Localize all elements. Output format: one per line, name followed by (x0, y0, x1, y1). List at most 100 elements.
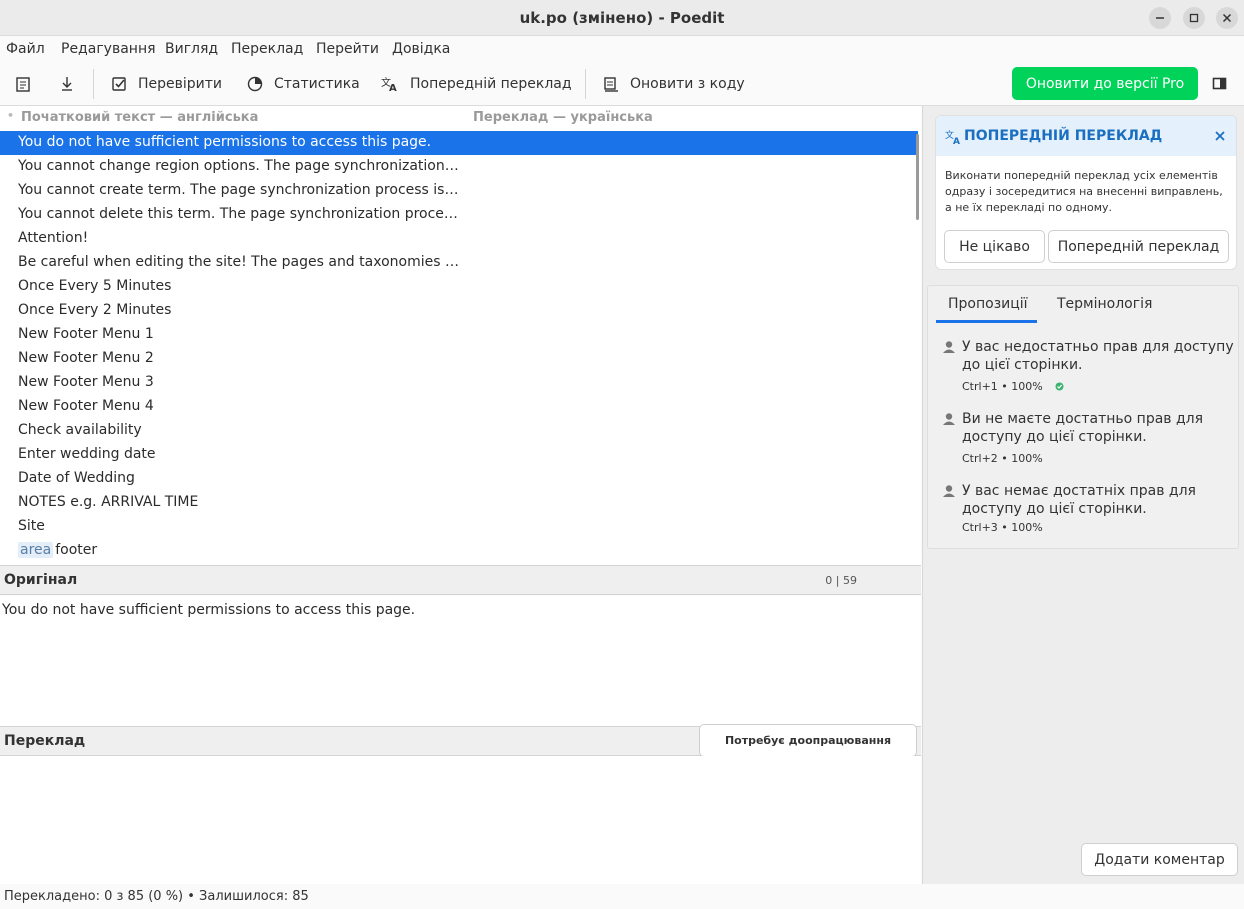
row-source-text: New Footer Menu 1 (18, 326, 460, 342)
save-button[interactable] (58, 69, 86, 99)
close-icon[interactable] (1214, 130, 1226, 142)
row-source-string: New Footer Menu 2 (18, 350, 154, 366)
translation-label: Переклад (4, 733, 86, 749)
row-source-text: New Footer Menu 4 (18, 398, 460, 414)
close-button[interactable] (1216, 7, 1238, 29)
table-row[interactable]: You cannot create term. The page synchro… (0, 179, 918, 203)
add-comment-button[interactable]: Додати коментар (1081, 843, 1238, 876)
tab-suggestions[interactable]: Пропозиції (948, 296, 1028, 312)
menu-help[interactable]: Довідка (392, 41, 450, 57)
svg-text:A: A (953, 137, 960, 145)
suggestion-meta: Ctrl+2 • 100% (962, 452, 1043, 465)
row-source-string: Be careful when editing the site! The pa… (18, 254, 460, 270)
context-badge: area (18, 542, 54, 558)
row-source-string: Site (18, 518, 45, 534)
statistics-label: Статистика (274, 76, 360, 92)
row-source-string: Check availability (18, 422, 142, 438)
table-row[interactable]: Once Every 2 Minutes (0, 299, 918, 323)
row-source-string: Once Every 5 Minutes (18, 278, 172, 294)
status-bar: Перекладено: 0 з 85 (0 %) • Залишилося: … (0, 884, 1244, 909)
table-row[interactable]: New Footer Menu 4 (0, 395, 918, 419)
menu-translation[interactable]: Переклад (231, 41, 303, 57)
row-source-string: NOTES e.g. ARRIVAL TIME (18, 494, 199, 510)
list-header: • Початковий текст — англійська Переклад… (0, 106, 921, 130)
menu-file[interactable]: Файл (6, 41, 45, 57)
statistics-button[interactable]: Статистика (246, 69, 360, 99)
row-source-text: Site (18, 518, 460, 534)
needs-work-toggle[interactable]: Потребує доопрацювання (699, 724, 917, 757)
table-row[interactable]: New Footer Menu 1 (0, 323, 918, 347)
table-row[interactable]: You do not have sufficient permissions t… (0, 131, 918, 155)
row-source-string: You do not have sufficient permissions t… (18, 134, 432, 150)
table-row[interactable]: Enter wedding date (0, 443, 918, 467)
table-row[interactable]: Be careful when editing the site! The pa… (0, 251, 918, 275)
row-source-string: Enter wedding date (18, 446, 156, 462)
pretranslate-label: Попередній переклад (410, 76, 572, 92)
upgrade-pro-button[interactable]: Оновити до версії Pro (1012, 67, 1198, 100)
menu-view[interactable]: Вигляд (165, 41, 218, 57)
row-source-string: New Footer Menu 3 (18, 374, 154, 390)
pretranslate-button[interactable]: 文A Попередній переклад (380, 69, 572, 99)
pretranslate-panel-title: ПОПЕРЕДНІЙ ПЕРЕКЛАД (964, 128, 1163, 144)
suggestion-meta: Ctrl+3 • 100% (962, 521, 1043, 534)
minimize-button[interactable] (1149, 7, 1171, 29)
toggle-sidebar-button[interactable] (1212, 76, 1228, 96)
table-row[interactable]: Check availability (0, 419, 918, 443)
update-from-code-button[interactable]: Оновити з коду (602, 69, 745, 99)
status-column-header: • (7, 109, 15, 122)
sidebar-icon (1212, 77, 1227, 90)
menu-edit[interactable]: Редагування (61, 41, 156, 57)
translation-column-header[interactable]: Переклад — українська (473, 110, 653, 125)
row-source-text: You do not have sufficient permissions t… (18, 134, 460, 150)
table-row[interactable]: area footer (0, 539, 918, 563)
pretranslate-action-button[interactable]: Попередній переклад (1048, 230, 1229, 263)
download-icon (62, 77, 72, 91)
translate-icon: 文A (945, 129, 960, 145)
row-source-string: You cannot delete this term. The page sy… (18, 206, 460, 222)
pretranslate-panel: 文A ПОПЕРЕДНІЙ ПЕРЕКЛАД Виконати попередн… (935, 115, 1237, 270)
table-row[interactable]: New Footer Menu 3 (0, 371, 918, 395)
menu-bar: Файл Редагування Вигляд Переклад Перейти… (0, 37, 1244, 63)
row-source-text: Enter wedding date (18, 446, 460, 462)
active-tab-indicator (936, 320, 1037, 323)
pie-chart-icon (247, 76, 263, 92)
user-icon (943, 485, 955, 497)
table-row[interactable]: Site (0, 515, 918, 539)
table-row[interactable]: You cannot change region options. The pa… (0, 155, 918, 179)
table-row[interactable]: Once Every 5 Minutes (0, 275, 918, 299)
user-icon (943, 341, 955, 353)
catalog-properties-button[interactable] (14, 69, 42, 99)
toolbar-separator (585, 69, 586, 99)
validate-button[interactable]: Перевірити (110, 69, 222, 99)
row-source-string: Once Every 2 Minutes (18, 302, 172, 318)
table-row[interactable]: New Footer Menu 2 (0, 347, 918, 371)
table-row[interactable]: Attention! (0, 227, 918, 251)
row-source-string: footer (55, 542, 98, 558)
tab-terminology[interactable]: Термінологія (1057, 296, 1152, 312)
row-source-string: New Footer Menu 1 (18, 326, 154, 342)
source-column-header[interactable]: Початковий текст — англійська (21, 110, 258, 125)
translate-icon: 文A (381, 76, 397, 93)
menu-go[interactable]: Перейти (316, 41, 379, 57)
row-source-text: New Footer Menu 3 (18, 374, 460, 390)
row-source-string: Date of Wedding (18, 470, 135, 486)
translation-input[interactable] (0, 756, 921, 884)
row-source-text: You cannot delete this term. The page sy… (18, 206, 460, 222)
row-source-text: NOTES e.g. ARRIVAL TIME (18, 494, 460, 510)
suggestion-meta: Ctrl+1 • 100% (962, 380, 1064, 393)
table-row[interactable]: NOTES e.g. ARRIVAL TIME (0, 491, 918, 515)
table-row[interactable]: You cannot delete this term. The page sy… (0, 203, 918, 227)
original-text: You do not have sufficient permissions t… (2, 602, 416, 618)
maximize-icon (1189, 13, 1199, 23)
check-circle-icon (1055, 382, 1064, 391)
maximize-button[interactable] (1183, 7, 1205, 29)
row-source-text: You cannot create term. The page synchro… (18, 182, 460, 198)
suggestion-text: У вас немає достатніх прав для доступу д… (962, 483, 1196, 517)
list-scrollbar[interactable] (916, 134, 919, 220)
not-interested-button[interactable]: Не цікаво (944, 230, 1045, 263)
row-source-text: Date of Wedding (18, 470, 460, 486)
suggestion-text: У вас недостатньо прав для доступу до ці… (962, 339, 1234, 373)
table-row[interactable]: Date of Wedding (0, 467, 918, 491)
document-icon (16, 77, 30, 92)
status-text: Перекладено: 0 з 85 (0 %) • Залишилося: … (4, 889, 309, 904)
